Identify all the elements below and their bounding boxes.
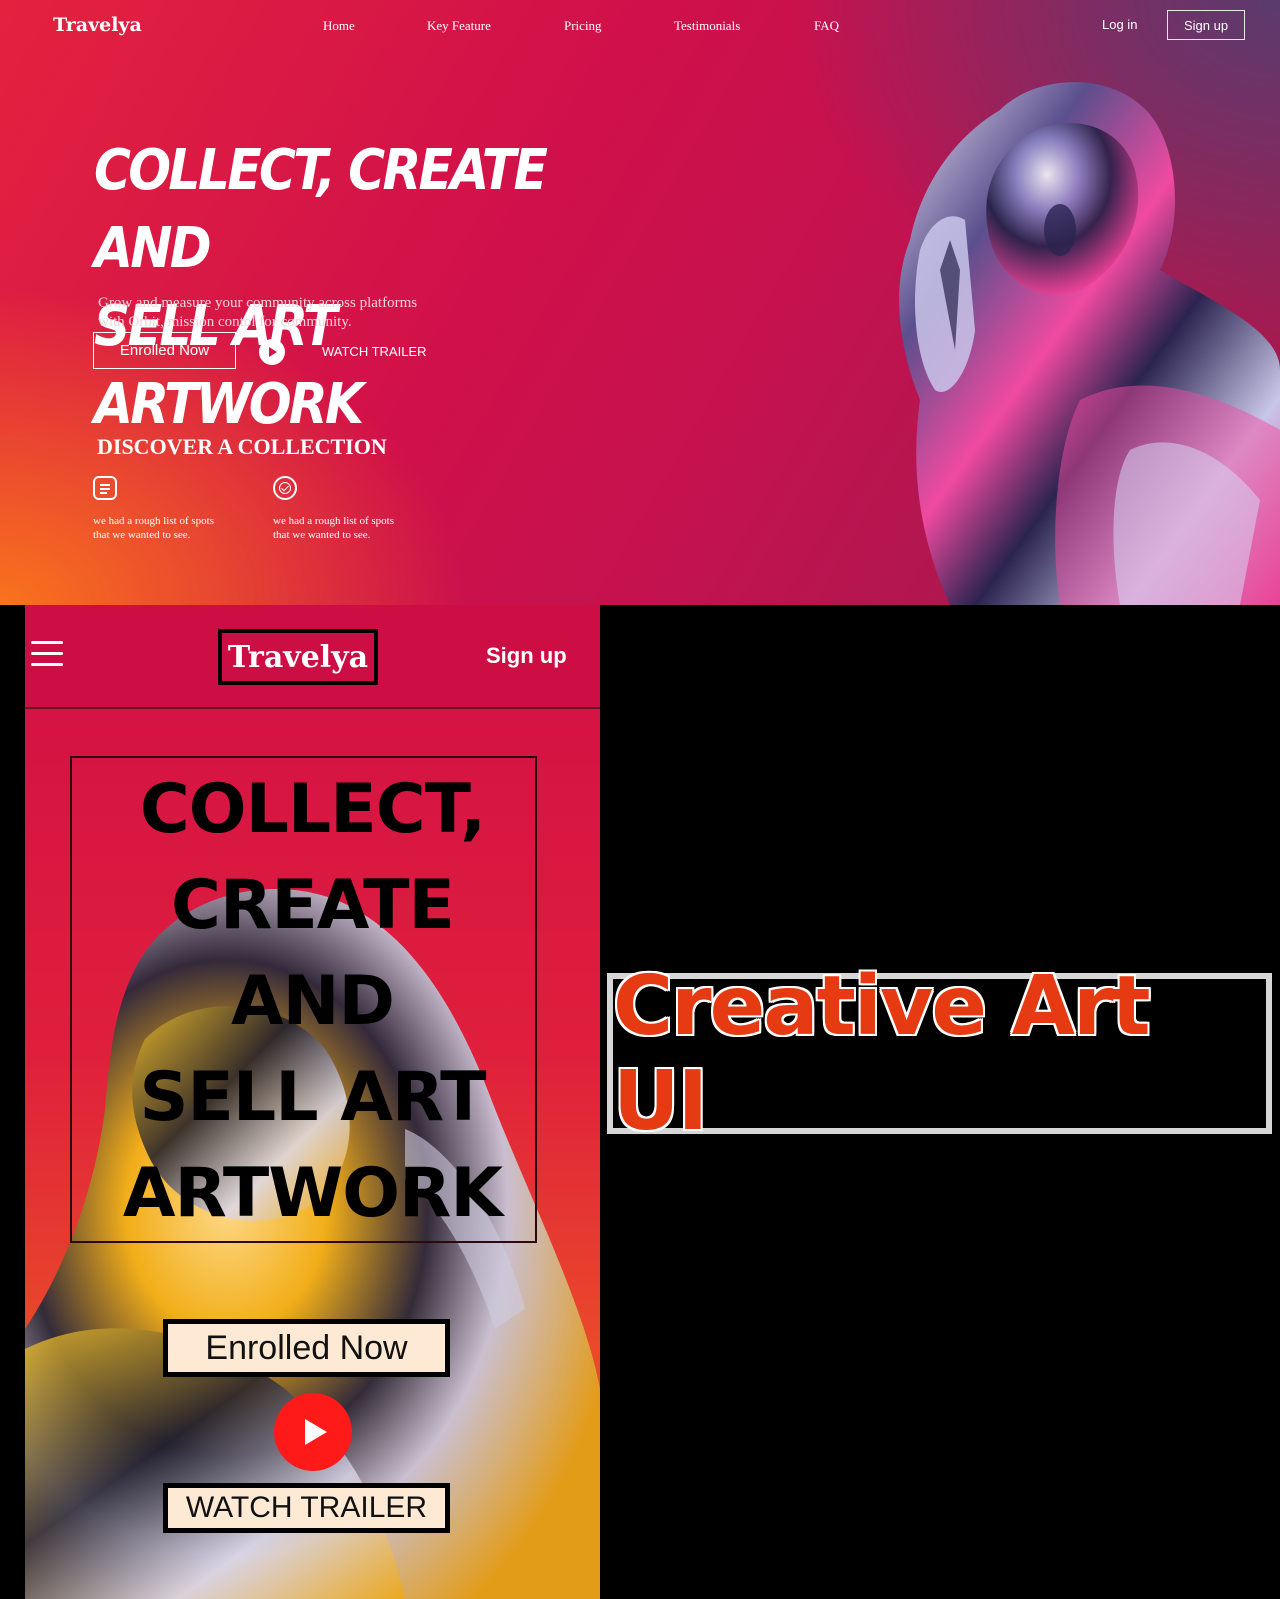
play-icon[interactable] — [259, 339, 285, 365]
watch-trailer-link[interactable]: WATCH TRAILER — [322, 344, 427, 359]
feature-text: we had a rough list of spots that we wan… — [273, 515, 394, 541]
caption-text: Creative Art UI — [613, 958, 1151, 1149]
enroll-button[interactable]: Enrolled Now — [93, 332, 236, 369]
hamburger-menu-icon[interactable] — [31, 641, 63, 667]
nav-testimonials[interactable]: Testimonials — [674, 18, 740, 34]
hero-headline: COLLECT, CREATE AND SELL ART ARTWORK — [94, 132, 598, 444]
login-link[interactable]: Log in — [1102, 17, 1137, 32]
nav-faq[interactable]: FAQ — [814, 18, 839, 34]
document-icon — [93, 476, 117, 500]
play-icon[interactable] — [274, 1393, 352, 1471]
mobile-headline-line: SELL ART — [139, 1058, 486, 1137]
caption-banner: Creative Art UI — [607, 959, 1272, 1149]
nav-home[interactable]: Home — [323, 18, 355, 34]
hero-headline-line1: COLLECT, CREATE AND — [94, 138, 548, 281]
mobile-enroll-button[interactable]: Enrolled Now — [163, 1319, 450, 1377]
mobile-headline-line: CREATE — [171, 866, 455, 945]
mobile-signup-button[interactable]: Sign up — [486, 643, 567, 669]
hero-subtitle-line2: with Orbit, mission contol for community… — [98, 314, 352, 330]
desktop-hero: Travelya Home Key Feature Pricing Testim… — [0, 0, 1280, 605]
feature-item: we had a rough list of spots that we wan… — [273, 476, 433, 542]
mobile-mockup: Travelya Sign up COLLECT, CREATE AND SEL… — [25, 605, 600, 1599]
feature-text: we had a rough list of spots that we wan… — [93, 515, 214, 541]
chrome-sculpture-image — [899, 82, 1280, 605]
nav-pricing[interactable]: Pricing — [564, 18, 602, 34]
mobile-headline-line: ARTWORK — [122, 1154, 503, 1233]
mobile-watch-trailer-button[interactable]: WATCH TRAILER — [163, 1483, 450, 1533]
signup-button[interactable]: Sign up — [1167, 10, 1245, 40]
hero-subtitle: Grow and measure your community across p… — [98, 294, 478, 332]
discover-title: DISCOVER A COLLECTION — [97, 434, 387, 459]
mobile-headline: COLLECT, CREATE AND SELL ART ARTWORK — [45, 762, 580, 1242]
mobile-headline-line: AND — [231, 962, 395, 1041]
hero-subtitle-line1: Grow and measure your community across p… — [98, 295, 418, 311]
feature-item: we had a rough list of spots that we wan… — [93, 476, 253, 542]
mobile-headline-line: COLLECT, — [139, 770, 486, 849]
main-nav: Home Key Feature Pricing Testimonials FA… — [0, 18, 1280, 38]
mobile-header: Travelya Sign up — [25, 605, 600, 709]
mobile-logo[interactable]: Travelya — [218, 629, 378, 685]
check-badge-icon — [273, 476, 297, 500]
nav-key-feature[interactable]: Key Feature — [427, 18, 491, 34]
